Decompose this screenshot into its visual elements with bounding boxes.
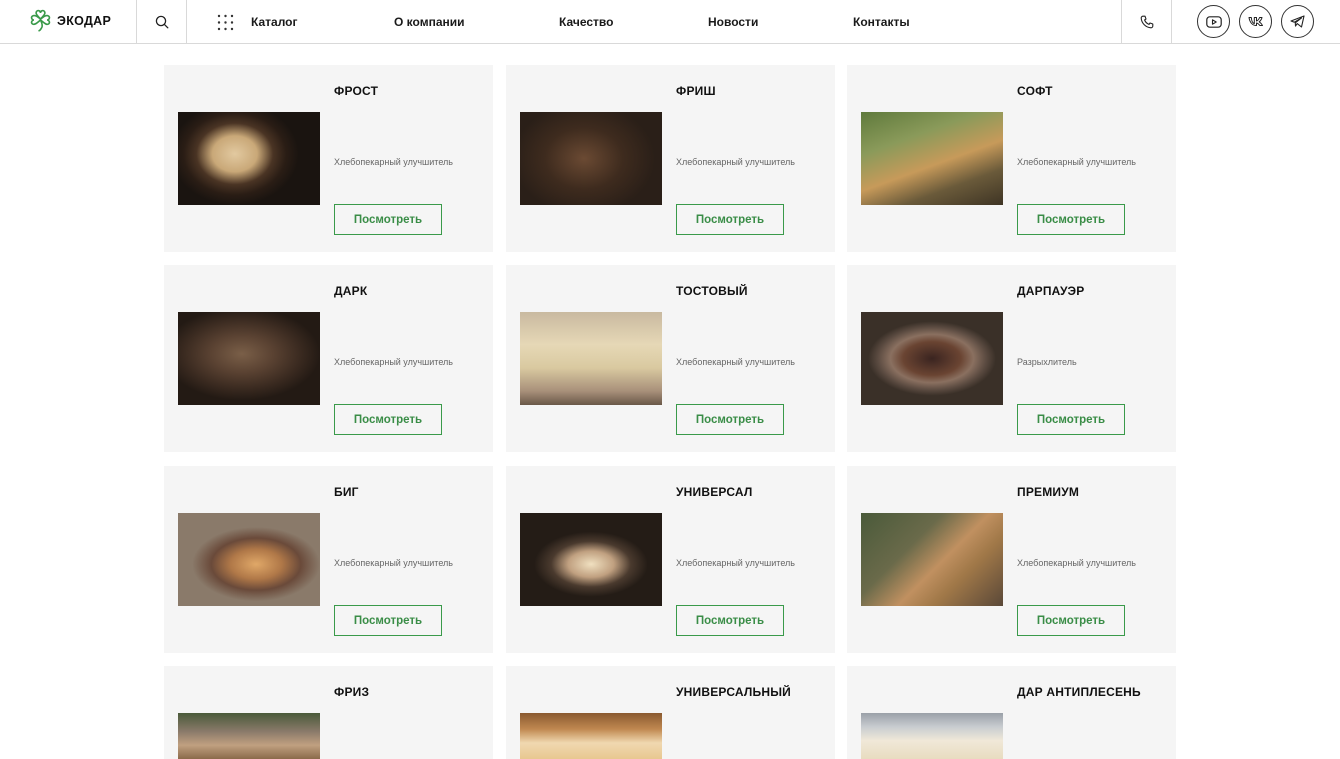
product-card: ДАР АНТИПЛЕСЕНЬ bbox=[847, 666, 1176, 759]
view-button[interactable]: Посмотреть bbox=[676, 204, 784, 235]
product-title: СОФТ bbox=[1017, 84, 1053, 98]
product-image[interactable] bbox=[178, 312, 320, 405]
view-button[interactable]: Посмотреть bbox=[1017, 404, 1125, 435]
product-description: Хлебопекарный улучшитель bbox=[1017, 157, 1136, 167]
product-card: ФРОСТ Хлебопекарный улучшитель Посмотрет… bbox=[164, 65, 493, 252]
nav-item-news[interactable]: Новости bbox=[708, 0, 758, 44]
product-title: ТОСТОВЫЙ bbox=[676, 284, 748, 298]
youtube-link[interactable] bbox=[1197, 5, 1230, 38]
product-image[interactable] bbox=[861, 513, 1003, 606]
product-image[interactable] bbox=[178, 112, 320, 205]
product-title: ДАР АНТИПЛЕСЕНЬ bbox=[1017, 685, 1141, 699]
product-image[interactable] bbox=[520, 312, 662, 405]
product-title: ФРОСТ bbox=[334, 84, 379, 98]
catalog-label: Каталог bbox=[251, 15, 298, 29]
view-button[interactable]: Посмотреть bbox=[676, 605, 784, 636]
product-card: ДАРПАУЭР Разрыхлитель Посмотреть bbox=[847, 265, 1176, 452]
product-image[interactable] bbox=[520, 112, 662, 205]
vk-link[interactable] bbox=[1239, 5, 1272, 38]
nav-item-quality[interactable]: Качество bbox=[559, 0, 613, 44]
telegram-link[interactable] bbox=[1281, 5, 1314, 38]
site-header: ЭКОДАР Каталог О компании Качество Новос… bbox=[0, 0, 1340, 44]
nav-item-contacts[interactable]: Контакты bbox=[853, 0, 910, 44]
product-card: ФРИШ Хлебопекарный улучшитель Посмотреть bbox=[506, 65, 835, 252]
product-card: ДАРК Хлебопекарный улучшитель Посмотреть bbox=[164, 265, 493, 452]
product-title: УНИВЕРСАЛ bbox=[676, 485, 753, 499]
search-button[interactable] bbox=[137, 0, 186, 44]
view-button[interactable]: Посмотреть bbox=[334, 204, 442, 235]
product-description: Хлебопекарный улучшитель bbox=[676, 157, 795, 167]
product-image[interactable] bbox=[520, 713, 662, 759]
view-button[interactable]: Посмотреть bbox=[1017, 605, 1125, 636]
product-description: Хлебопекарный улучшитель bbox=[676, 357, 795, 367]
product-image[interactable] bbox=[520, 513, 662, 606]
vk-icon bbox=[1248, 17, 1263, 26]
product-image[interactable] bbox=[861, 112, 1003, 205]
product-description: Разрыхлитель bbox=[1017, 357, 1077, 367]
product-card: ПРЕМИУМ Хлебопекарный улучшитель Посмотр… bbox=[847, 466, 1176, 653]
nav-item-about[interactable]: О компании bbox=[394, 0, 465, 44]
phone-button[interactable] bbox=[1122, 0, 1171, 44]
product-description: Хлебопекарный улучшитель bbox=[334, 157, 453, 167]
header-divider bbox=[1171, 0, 1172, 44]
view-button[interactable]: Посмотреть bbox=[334, 404, 442, 435]
product-card: ФРИЗ bbox=[164, 666, 493, 759]
catalog-menu-button[interactable]: Каталог bbox=[217, 0, 298, 44]
telegram-icon bbox=[1290, 15, 1305, 28]
product-card: СОФТ Хлебопекарный улучшитель Посмотреть bbox=[847, 65, 1176, 252]
product-description: Хлебопекарный улучшитель bbox=[334, 357, 453, 367]
view-button[interactable]: Посмотреть bbox=[334, 605, 442, 636]
search-icon bbox=[155, 15, 168, 29]
product-card: УНИВЕРСАЛ Хлебопекарный улучшитель Посмо… bbox=[506, 466, 835, 653]
grid-dots-icon bbox=[217, 14, 234, 30]
product-card: ТОСТОВЫЙ Хлебопекарный улучшитель Посмот… bbox=[506, 265, 835, 452]
phone-icon bbox=[1140, 15, 1153, 29]
header-divider bbox=[186, 0, 187, 44]
product-title: ДАРПАУЭР bbox=[1017, 284, 1085, 298]
product-title: ФРИЗ bbox=[334, 685, 370, 699]
logo[interactable]: ЭКОДАР bbox=[30, 9, 111, 32]
product-description: Хлебопекарный улучшитель bbox=[334, 558, 453, 568]
product-image[interactable] bbox=[861, 713, 1003, 759]
youtube-icon bbox=[1205, 15, 1222, 28]
product-title: ПРЕМИУМ bbox=[1017, 485, 1080, 499]
product-card: УНИВЕРСАЛЬНЫЙ bbox=[506, 666, 835, 759]
brand-name: ЭКОДАР bbox=[57, 13, 112, 28]
product-description: Хлебопекарный улучшитель bbox=[1017, 558, 1136, 568]
view-button[interactable]: Посмотреть bbox=[676, 404, 784, 435]
product-title: ДАРК bbox=[334, 284, 368, 298]
product-image[interactable] bbox=[178, 713, 320, 759]
product-image[interactable] bbox=[861, 312, 1003, 405]
product-title: ФРИШ bbox=[676, 84, 716, 98]
product-card: БИГ Хлебопекарный улучшитель Посмотреть bbox=[164, 466, 493, 653]
clover-logo-icon bbox=[30, 9, 51, 32]
product-title: УНИВЕРСАЛЬНЫЙ bbox=[676, 685, 791, 699]
view-button[interactable]: Посмотреть bbox=[1017, 204, 1125, 235]
product-image[interactable] bbox=[178, 513, 320, 606]
product-title: БИГ bbox=[334, 485, 359, 499]
product-description: Хлебопекарный улучшитель bbox=[676, 558, 795, 568]
